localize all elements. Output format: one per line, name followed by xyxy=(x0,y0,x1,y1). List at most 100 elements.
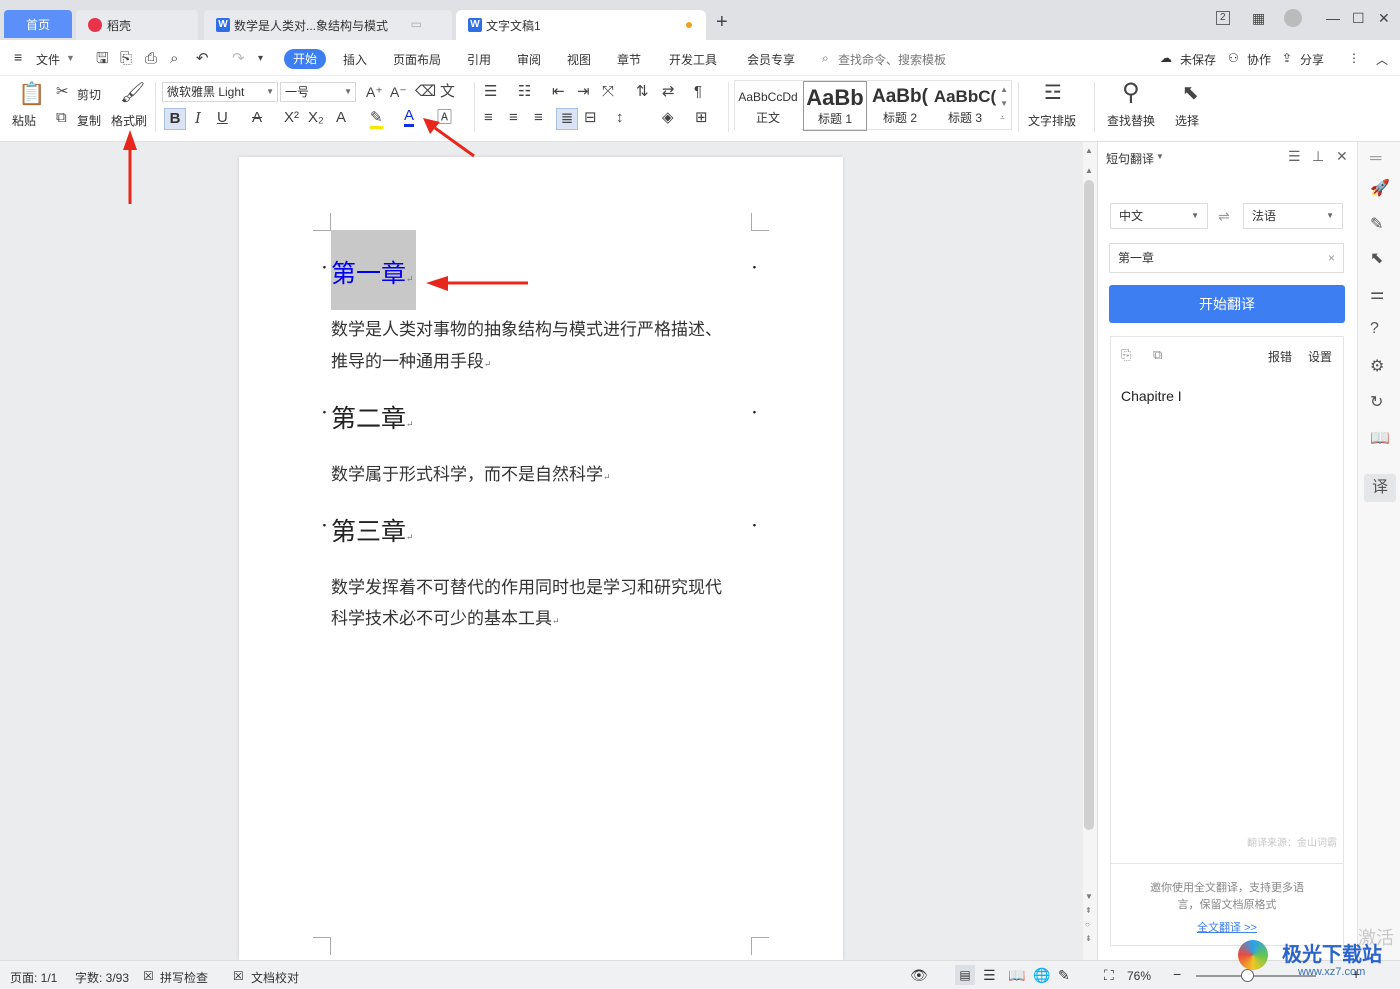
line-spacing-icon[interactable]: ↕ xyxy=(616,110,624,126)
subscript-icon[interactable]: X₂ xyxy=(308,110,324,126)
format-painter-icon[interactable]: 🖌 xyxy=(120,82,145,104)
style-heading2[interactable]: AaBb(标题 2 xyxy=(869,81,931,131)
bold-button[interactable]: B xyxy=(164,108,186,130)
page-nav-icons[interactable]: ▼ ⇞ ○ ⇟ xyxy=(1085,890,1093,946)
indent-icon[interactable]: ⇥ xyxy=(577,84,590,100)
print-icon[interactable]: ⎙ xyxy=(145,51,157,67)
tab-document-math[interactable]: W 数学是人类对...象结构与模式 ▭ xyxy=(204,10,452,40)
borders-icon[interactable]: ⊞ xyxy=(695,110,708,126)
collapse-ribbon-icon[interactable]: ︿ xyxy=(1376,51,1388,68)
copy-button[interactable]: 复制 xyxy=(77,112,101,129)
heading-chapter-2[interactable]: 第二章↵ xyxy=(331,399,414,435)
find-replace-button[interactable]: 查找替换 xyxy=(1107,112,1155,129)
paragraph-2[interactable]: 数学属于形式科学，而不是自然科学↵ xyxy=(331,460,611,485)
tab-daoke[interactable]: 稻壳 xyxy=(76,10,198,40)
clear-format-icon[interactable]: ⌫ xyxy=(415,84,436,100)
font-size-select[interactable]: 一号 ▼ xyxy=(280,82,356,102)
ai-icon[interactable]: ⚙ xyxy=(1370,356,1384,376)
panel-title[interactable]: 短句翻译 xyxy=(1106,150,1154,167)
shading-icon[interactable]: ◈ xyxy=(662,110,674,126)
paragraph-1-line-2[interactable]: 推导的一种通用手段↵ xyxy=(331,347,492,372)
font-shrink-icon[interactable]: A⁻ xyxy=(390,84,407,100)
strikethrough-icon[interactable]: A xyxy=(252,110,262,126)
menu-developer[interactable]: 开发工具 xyxy=(669,51,717,68)
avatar[interactable] xyxy=(1284,9,1302,27)
copy-result-icon[interactable]: ⎘ xyxy=(1121,347,1131,363)
new-tab-button[interactable]: + xyxy=(716,12,728,32)
menu-file[interactable]: 文件 xyxy=(36,51,60,68)
close-window-icon[interactable]: ✕ xyxy=(1378,10,1390,27)
pen-icon[interactable]: ✎ xyxy=(1370,214,1383,234)
menu-page-layout[interactable]: 页面布局 xyxy=(393,51,441,68)
print-preview-icon[interactable]: ⌕ xyxy=(170,51,178,67)
undo-icon[interactable]: ↶ xyxy=(196,51,209,67)
document-page[interactable] xyxy=(239,157,843,960)
paragraph-3-line-1[interactable]: 数学发挥着不可替代的作用同时也是学习和研究现代 xyxy=(331,573,722,598)
source-language-select[interactable]: 中文 ▼ xyxy=(1110,203,1208,229)
apps-grid-icon[interactable]: ▦ xyxy=(1252,10,1265,27)
minimize-icon[interactable]: — xyxy=(1326,10,1340,26)
tab-close-icon[interactable]: ▭ xyxy=(411,17,422,31)
font-grow-icon[interactable]: A⁺ xyxy=(366,84,383,100)
cut-icon[interactable]: ✂ xyxy=(56,84,69,100)
clear-input-icon[interactable]: × xyxy=(1328,244,1335,272)
settings-link[interactable]: 设置 xyxy=(1308,348,1332,365)
numbered-list-icon[interactable]: ☷ xyxy=(518,84,531,100)
word-count[interactable]: 字数: 3/93 xyxy=(75,969,129,986)
share-button[interactable]: 分享 xyxy=(1300,51,1324,68)
paste-button[interactable]: 粘贴 xyxy=(12,112,36,129)
target-language-select[interactable]: 法语 ▼ xyxy=(1243,203,1343,229)
zoom-out-icon[interactable]: − xyxy=(1173,966,1181,982)
start-translate-button[interactable]: 开始翻译 xyxy=(1109,285,1345,323)
menu-review[interactable]: 审阅 xyxy=(517,51,541,68)
font-name-select[interactable]: 微软雅黑 Light ▼ xyxy=(162,82,278,102)
backup-icon[interactable]: ↻ xyxy=(1370,392,1383,412)
paragraph-1-line-1[interactable]: 数学是人类对事物的抽象结构与模式进行严格描述、 xyxy=(331,315,722,340)
duplicate-icon[interactable]: ⧉ xyxy=(1153,347,1162,363)
report-error-link[interactable]: 报错 xyxy=(1268,348,1292,365)
page-view-icon[interactable]: ▤ xyxy=(955,965,975,985)
scroll-up-icon[interactable]: ▲ xyxy=(1085,166,1093,175)
command-search-input[interactable]: 查找命令、搜索模板 xyxy=(838,51,946,68)
copy-icon[interactable]: ⧉ xyxy=(56,110,67,126)
char-border-icon[interactable]: 🄰 xyxy=(437,110,452,126)
menu-insert[interactable]: 插入 xyxy=(343,51,367,68)
scroll-up-icon[interactable]: ▲ xyxy=(1085,146,1093,155)
more-icon[interactable]: ⋮ xyxy=(1348,51,1360,65)
full-translate-link[interactable]: 全文翻译 >> xyxy=(1111,919,1343,935)
distribute-icon[interactable]: ⊟ xyxy=(584,110,597,126)
align-center-icon[interactable]: ≡ xyxy=(509,110,518,126)
text-direction-icon[interactable]: ⇅ xyxy=(636,84,649,100)
panel-close-icon[interactable]: ✕ xyxy=(1336,148,1348,165)
reading-view-icon[interactable]: 📖 xyxy=(1008,967,1025,984)
superscript-icon[interactable]: X² xyxy=(284,110,299,126)
menu-start[interactable]: 开始 xyxy=(284,49,326,69)
translate-icon[interactable]: 译 xyxy=(1364,474,1396,502)
paste-icon[interactable]: 📋 xyxy=(18,82,45,106)
style-gallery-scroll-icon[interactable]: ▲ ▼ ⩡ xyxy=(1000,83,1008,125)
pin-icon[interactable]: ⊥ xyxy=(1312,148,1324,165)
chinese-layout-icon[interactable]: ⤧ xyxy=(602,84,614,100)
select-cursor-icon[interactable]: ⬉ xyxy=(1182,82,1199,104)
fit-page-icon[interactable]: ⛶ xyxy=(1104,967,1114,984)
swap-language-icon[interactable]: ⇌ xyxy=(1218,208,1230,225)
help-icon[interactable]: ? xyxy=(1370,320,1379,338)
unsaved-status[interactable]: 未保存 xyxy=(1180,51,1216,68)
phonetic-icon[interactable]: 文 xyxy=(440,84,455,100)
highlight-color-icon[interactable]: ✎ xyxy=(370,110,383,129)
find-replace-icon[interactable]: ⚲ xyxy=(1122,80,1140,106)
write-view-icon[interactable]: ✎ xyxy=(1058,967,1070,984)
style-heading3[interactable]: AaBbC(标题 3 xyxy=(933,81,997,131)
hamburger-icon[interactable]: ≡ xyxy=(14,49,22,65)
italic-button[interactable]: I xyxy=(195,110,201,126)
justify-icon[interactable]: ≣ xyxy=(556,108,578,130)
tab-home[interactable]: 首页 xyxy=(4,10,72,38)
quick-access-more-icon[interactable]: ▾ xyxy=(258,51,263,67)
page-count[interactable]: 页面: 1/1 xyxy=(10,969,57,986)
heading-chapter-1[interactable]: 第一章↵ xyxy=(331,254,414,290)
outdent-icon[interactable]: ⇤ xyxy=(552,84,565,100)
show-marks-icon[interactable]: ¶ xyxy=(694,84,702,100)
rocket-icon[interactable]: 🚀 xyxy=(1370,178,1390,198)
vertical-scrollbar-thumb[interactable] xyxy=(1084,180,1094,830)
eye-protection-icon[interactable]: 👁 xyxy=(910,967,928,984)
